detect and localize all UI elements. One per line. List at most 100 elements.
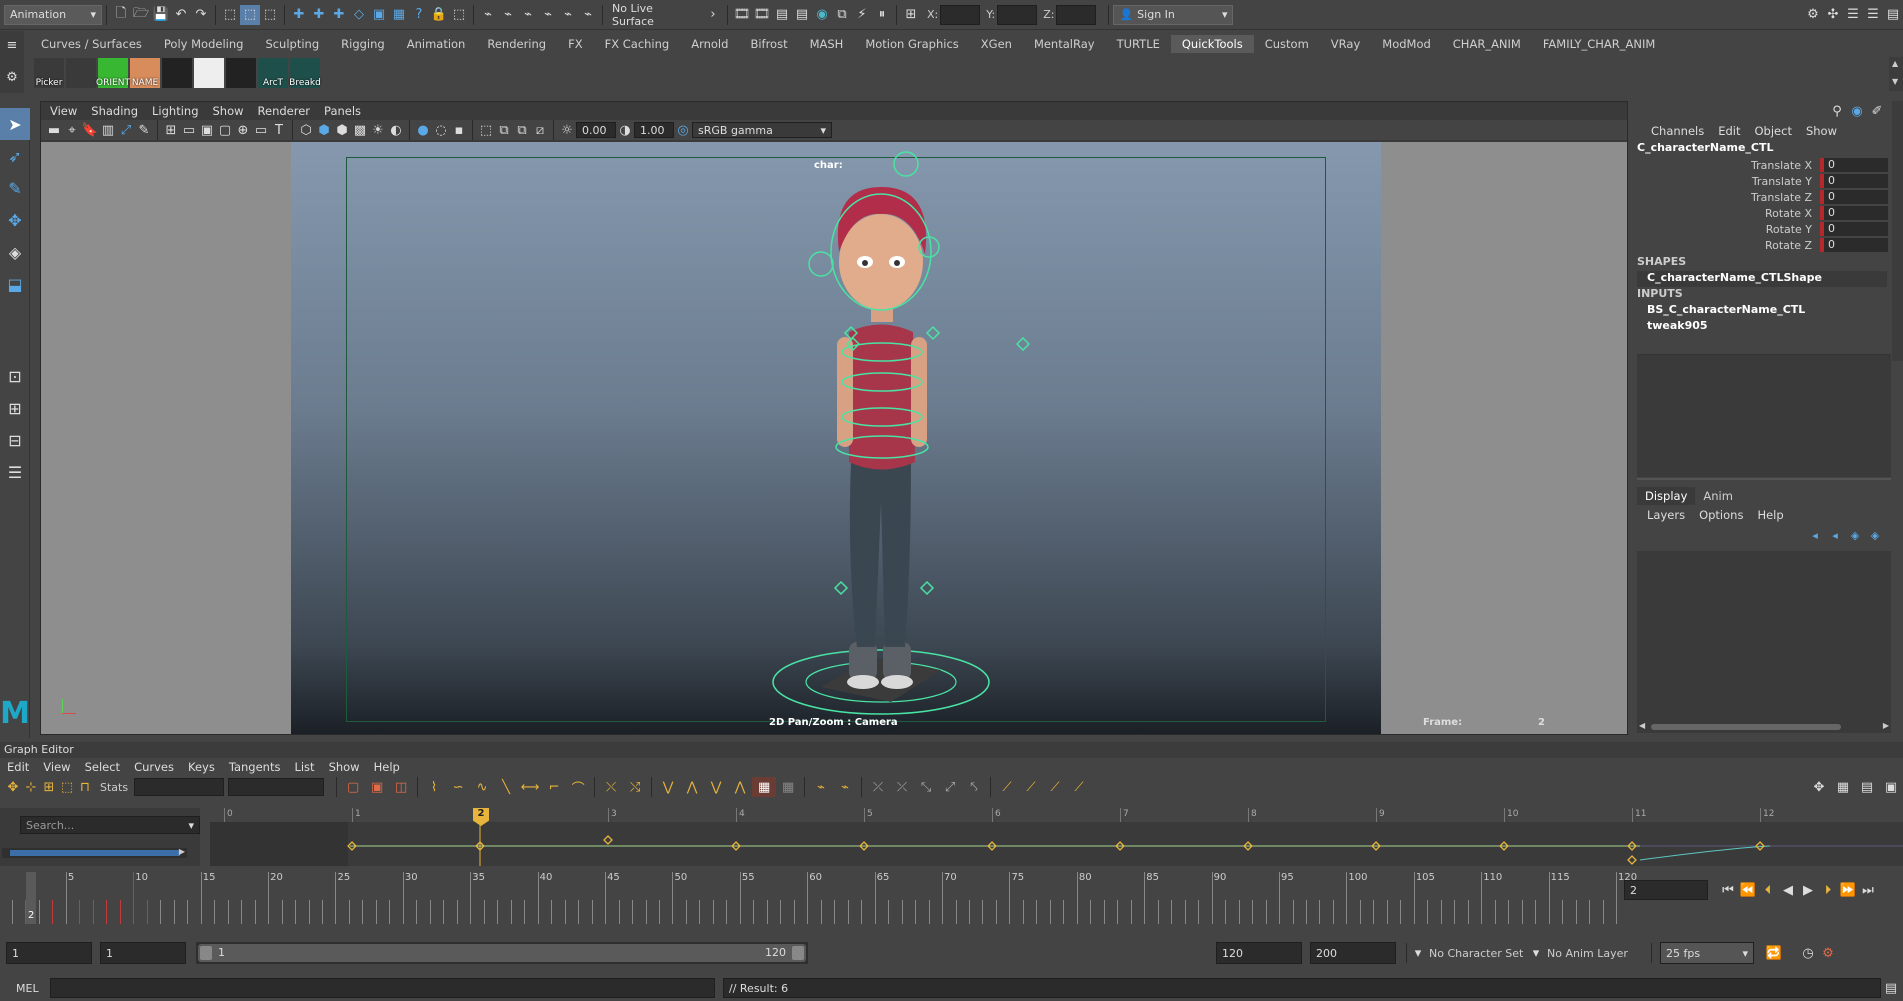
- swap-buffer-icon[interactable]: ⤭: [623, 777, 647, 797]
- x-field[interactable]: [940, 4, 981, 25]
- snap-grid-icon[interactable]: ✚: [289, 5, 309, 25]
- curve-2-icon[interactable]: ⟋: [1019, 777, 1043, 797]
- shelf-tab-rendering[interactable]: Rendering: [476, 35, 557, 53]
- wireframe-on-shaded-icon[interactable]: ⬢: [333, 120, 351, 140]
- shelf-tab-animation[interactable]: Animation: [396, 35, 477, 53]
- render-settings-icon[interactable]: ▤: [792, 5, 812, 25]
- arrow-right-icon[interactable]: ▶: [1883, 721, 1889, 730]
- character-set-label[interactable]: No Character Set: [1429, 947, 1529, 960]
- motion-blur-icon[interactable]: ◌: [432, 120, 450, 140]
- select-object-icon[interactable]: ⬚: [240, 4, 260, 25]
- move-layer-down-icon[interactable]: ◂: [1825, 525, 1845, 545]
- snap-point-icon[interactable]: ✚: [329, 5, 349, 25]
- stats-field-2[interactable]: [228, 778, 325, 796]
- snap-surface-icon[interactable]: ▣: [369, 5, 389, 25]
- channel-value[interactable]: 0: [1820, 222, 1888, 236]
- new-layer-icon[interactable]: ◈: [1845, 525, 1865, 545]
- move-view-icon[interactable]: ✥: [1807, 777, 1831, 797]
- graph-editor-menu-edit[interactable]: Edit: [0, 760, 36, 774]
- shelf-tab-mash[interactable]: MASH: [799, 35, 855, 53]
- layer-editor-menu-layers[interactable]: Layers: [1640, 508, 1692, 522]
- render-frame-icon[interactable]: 🎞: [752, 5, 772, 25]
- trax-editor-icon[interactable]: ▤: [1855, 777, 1879, 797]
- shelf-tab-quicktools[interactable]: QuickTools: [1170, 35, 1254, 53]
- hypershade-icon[interactable]: ◉: [812, 5, 832, 25]
- lock-icon[interactable]: 🔒: [429, 5, 449, 25]
- shelf-button-6[interactable]: [226, 58, 256, 88]
- soft-select-icon[interactable]: ⌁: [578, 5, 598, 25]
- snap-help-icon[interactable]: ?: [409, 5, 429, 25]
- step-forward-frame-icon[interactable]: ⏩: [1838, 880, 1858, 900]
- undo-icon[interactable]: ↶: [171, 5, 191, 25]
- xray-active-icon[interactable]: ⧄: [531, 120, 549, 140]
- gamma-field[interactable]: 1.00: [634, 122, 674, 138]
- z-field[interactable]: [1056, 4, 1097, 25]
- modeling-toolkit-icon[interactable]: ⚙: [1803, 5, 1823, 25]
- channel-box-splitter[interactable]: [1637, 478, 1891, 480]
- range-end-handle[interactable]: [792, 946, 804, 960]
- shelf-tab-turtle[interactable]: TURTLE: [1106, 35, 1171, 53]
- chevron-down-icon[interactable]: ▾: [1529, 943, 1543, 963]
- viewport-menu-panels[interactable]: Panels: [317, 104, 368, 118]
- viewport-menu-show[interactable]: Show: [206, 104, 251, 118]
- four-view-layout-icon[interactable]: ⊞: [0, 392, 30, 424]
- step-back-frame-icon[interactable]: ⏴: [1758, 880, 1778, 900]
- single-perspective-layout-icon[interactable]: ⊡: [0, 360, 30, 392]
- character-rig[interactable]: [761, 142, 1011, 734]
- y-field[interactable]: [997, 4, 1038, 25]
- insert-key-icon[interactable]: ⊹: [22, 777, 40, 797]
- shelf-button-orient[interactable]: ORIENT: [96, 58, 130, 88]
- channel-row[interactable]: Translate Z 0: [1630, 189, 1903, 205]
- graph-editor-menu-view[interactable]: View: [36, 760, 77, 774]
- lasso-tool-icon[interactable]: ➶: [0, 140, 30, 172]
- select-tool-icon[interactable]: ➤: [0, 108, 30, 140]
- channel-row[interactable]: Rotate Y 0: [1630, 221, 1903, 237]
- xray-joints-icon[interactable]: ⧉: [513, 120, 531, 140]
- light-editor-icon[interactable]: ⚡: [852, 5, 872, 25]
- scale-tool-icon[interactable]: ⬓: [0, 268, 30, 300]
- retime-tool-icon[interactable]: ⊓: [76, 777, 94, 797]
- graph-editor-menu-curves[interactable]: Curves: [127, 760, 181, 774]
- shelf-button-1[interactable]: [66, 58, 96, 88]
- camera-attributes-icon[interactable]: ⌖: [63, 120, 81, 140]
- normalize-icon[interactable]: ⤫: [866, 777, 890, 797]
- script-language-label[interactable]: MEL: [0, 982, 50, 995]
- resolution-gate-icon[interactable]: ▣: [198, 120, 216, 140]
- select-lock-icon[interactable]: ⬚: [449, 5, 469, 25]
- playback-start-field[interactable]: 1: [100, 942, 186, 964]
- attribute-editor-icon[interactable]: ☰: [1843, 5, 1863, 25]
- shelf-tab-family-char-anim[interactable]: FAMILY_CHAR_ANIM: [1532, 35, 1666, 53]
- safe-title-icon[interactable]: T: [270, 120, 288, 140]
- channel-row[interactable]: Rotate Z 0: [1630, 237, 1903, 253]
- animation-end-field[interactable]: 200: [1310, 942, 1396, 964]
- auto-tangent-icon[interactable]: ⌇: [422, 777, 446, 797]
- break-tangents-icon[interactable]: ⋁: [656, 777, 680, 797]
- frame-playback-icon[interactable]: ▣: [365, 777, 389, 797]
- time-snap-icon[interactable]: ⌁: [809, 777, 833, 797]
- chevron-right-icon[interactable]: ›: [703, 5, 723, 25]
- channel-value[interactable]: 0: [1820, 190, 1888, 204]
- input-node[interactable]: BS_C_characterName_CTL: [1630, 303, 1903, 319]
- snap-live-icon[interactable]: ▦: [389, 5, 409, 25]
- go-to-end-icon[interactable]: ⏭: [1858, 880, 1878, 900]
- graph-editor-menu-keys[interactable]: Keys: [181, 760, 222, 774]
- safe-action-icon[interactable]: ▭: [252, 120, 270, 140]
- history-icon[interactable]: ⌁: [478, 5, 498, 25]
- viewport-3d[interactable]: char: 2D Pan/Zoom: Camera Frame: 2: [41, 142, 1627, 734]
- move-key-icon[interactable]: ✥: [4, 777, 22, 797]
- channel-box-menu-channels[interactable]: Channels: [1644, 124, 1711, 138]
- tool-settings-icon[interactable]: ☰: [1863, 5, 1883, 25]
- graph-search-field[interactable]: Search... ▾: [20, 816, 200, 834]
- left-knee-control[interactable]: [846, 337, 860, 351]
- lattice-icon[interactable]: ⊞: [40, 777, 58, 797]
- sign-in-dropdown[interactable]: 👤 Sign In ▾: [1113, 4, 1234, 25]
- loop-icon[interactable]: 🔁: [1764, 943, 1784, 963]
- linear-tangent-icon[interactable]: ╲: [494, 777, 518, 797]
- graph-view[interactable]: 0123456789101112 2: [210, 808, 1903, 866]
- ipr-render-icon[interactable]: ▤: [772, 5, 792, 25]
- graph-editor-menu-tangents[interactable]: Tangents: [222, 760, 288, 774]
- shelf-menu-icon[interactable]: ≡: [2, 35, 22, 55]
- insert-inbetween-icon[interactable]: ⤣: [962, 777, 986, 797]
- gamma-icon[interactable]: ◑: [616, 120, 634, 140]
- layer-editor-icon[interactable]: ◉: [1847, 101, 1867, 121]
